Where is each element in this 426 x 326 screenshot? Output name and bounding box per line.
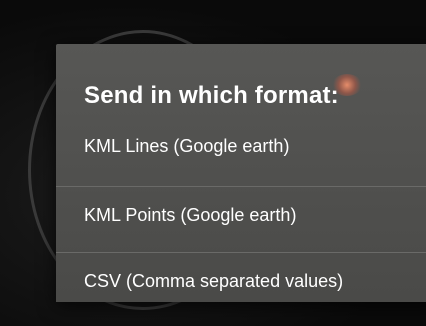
- dialog-title: Send in which format:: [84, 82, 339, 109]
- option-label: KML Lines (Google earth): [84, 136, 290, 156]
- option-label: KML Points (Google earth): [84, 205, 297, 225]
- format-dialog: Send in which format: KML Lines (Google …: [56, 44, 426, 302]
- light-glare: [332, 74, 362, 96]
- option-kml-lines[interactable]: KML Lines (Google earth): [56, 120, 426, 186]
- screen: Send in which format: KML Lines (Google …: [0, 0, 426, 326]
- option-label: CSV (Comma separated values): [84, 271, 344, 291]
- format-options-list: KML Lines (Google earth) KML Points (Goo…: [56, 120, 426, 318]
- option-kml-points[interactable]: KML Points (Google earth): [56, 186, 426, 252]
- option-csv[interactable]: CSV (Comma separated values): [56, 252, 426, 318]
